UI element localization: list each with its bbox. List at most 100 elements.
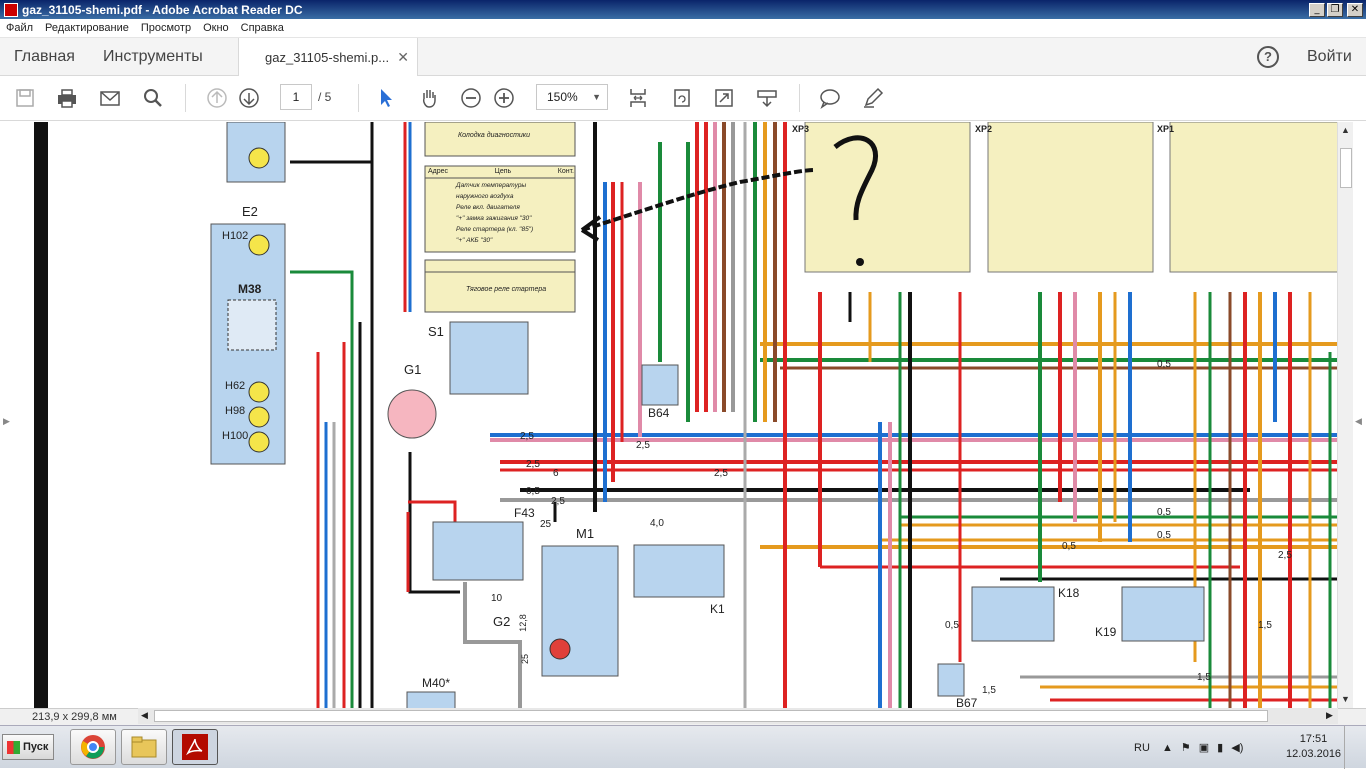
relay-k18	[971, 586, 1055, 642]
label-k19: K19	[1095, 625, 1117, 639]
label-f43: F43	[514, 506, 535, 520]
fullscreen-icon[interactable]	[711, 86, 737, 110]
show-desktop-button[interactable]	[1344, 726, 1366, 769]
menu-view[interactable]: Просмотр	[135, 22, 197, 34]
connector-xp3: XP3	[792, 124, 810, 134]
page-up-icon[interactable]	[204, 86, 230, 110]
select-arrow-icon[interactable]	[373, 86, 399, 110]
label-m40: M40*	[422, 676, 451, 690]
title-bar: gaz_31105-shemi.pdf - Adobe Acrobat Read…	[0, 0, 1366, 19]
scroll-down-icon[interactable]: ▼	[1341, 694, 1350, 704]
rotate-icon[interactable]	[669, 86, 695, 110]
wire-label: 2,5	[714, 468, 728, 479]
maximize-button[interactable]: ❐	[1327, 2, 1343, 17]
login-button[interactable]: Войти	[1307, 48, 1352, 66]
language-indicator[interactable]: RU	[1134, 726, 1150, 769]
clock[interactable]: 17:51 12.03.2016	[1286, 732, 1341, 762]
zoom-in-icon[interactable]	[491, 86, 517, 110]
zoom-out-icon[interactable]	[458, 86, 484, 110]
tray-expand-icon[interactable]: ▲	[1162, 742, 1173, 754]
flag-icon[interactable]: ⚑	[1181, 741, 1191, 754]
comment-icon[interactable]	[817, 86, 843, 110]
chevron-down-icon: ▼	[592, 92, 601, 102]
page-down-icon[interactable]	[236, 86, 262, 110]
table-box	[424, 122, 576, 157]
label-h62: H62	[225, 380, 246, 392]
email-icon[interactable]	[97, 86, 123, 110]
network-icon[interactable]: ▮	[1217, 741, 1223, 754]
start-button[interactable]: Пуск	[2, 734, 54, 760]
scroll-thumb[interactable]	[154, 710, 1268, 722]
search-icon[interactable]	[140, 86, 166, 110]
hand-icon[interactable]	[416, 86, 442, 110]
print-icon[interactable]	[54, 86, 80, 110]
lamp-icon	[248, 406, 270, 428]
right-panel-toggle-icon[interactable]: ◀	[1355, 416, 1362, 427]
motor-icon	[549, 638, 571, 660]
tab-tools[interactable]: Инструменты	[103, 48, 203, 66]
zoom-select[interactable]: 150% ▼	[536, 84, 608, 110]
close-button[interactable]: ✕	[1347, 2, 1363, 17]
lamp-icon	[248, 381, 270, 403]
lamp-icon	[248, 234, 270, 256]
ignition-switch-s1	[449, 321, 529, 395]
menu-help[interactable]: Справка	[235, 22, 290, 34]
device-icon[interactable]: ▣	[1199, 741, 1209, 754]
wiring-schematic	[34, 122, 1340, 708]
chrome-taskbar-button[interactable]	[70, 729, 116, 765]
toolbar	[0, 76, 1366, 121]
relay-k19	[1121, 586, 1205, 642]
wire-label: 4,0	[650, 518, 664, 529]
page-total: / 5	[318, 90, 332, 104]
label-g1: G1	[404, 362, 422, 377]
tab-bar: Главная Инструменты gaz_31105-shemi.p...…	[0, 38, 1366, 76]
help-icon[interactable]: ?	[1257, 46, 1279, 68]
scroll-right-icon[interactable]: ▶	[1326, 710, 1333, 721]
menu-edit[interactable]: Редактирование	[39, 22, 135, 34]
table1-rows: Датчик температуры наружного воздуха Рел…	[456, 180, 533, 246]
fit-page-icon[interactable]	[625, 86, 651, 110]
components	[387, 321, 1205, 708]
wire-label: 10	[491, 593, 503, 604]
wire-label: 0,5	[945, 620, 959, 631]
pen-icon[interactable]	[860, 86, 886, 110]
table-row: "+" АКБ "30"	[456, 237, 493, 244]
table-diag-label: Колодка диагностики	[458, 132, 530, 139]
connector-table	[804, 122, 971, 273]
generator-g1	[387, 389, 437, 439]
wire-label: 2,5	[551, 496, 565, 507]
document-viewer[interactable]: E2 H102 M38 H62 H98 H100 G1 S1 B64 F43 M…	[0, 122, 1366, 708]
horizontal-scrollbar[interactable]: ◀ ▶	[138, 708, 1338, 724]
menu-file[interactable]: Файл	[0, 22, 39, 34]
tab-close-icon[interactable]: ✕	[397, 49, 409, 66]
annotation-text: ?	[848, 182, 849, 183]
table-header-cell: Конт.	[557, 168, 574, 175]
tab-home[interactable]: Главная	[14, 48, 75, 66]
motor-m40	[406, 691, 456, 708]
scroll-up-icon[interactable]: ▲	[1341, 125, 1350, 135]
scroll-left-icon[interactable]: ◀	[141, 710, 148, 721]
minimize-button[interactable]: _	[1309, 2, 1325, 17]
vertical-scrollbar[interactable]: ▲ ▼	[1337, 122, 1353, 708]
acrobat-taskbar-button[interactable]	[172, 729, 218, 765]
save-icon[interactable]	[12, 86, 38, 110]
explorer-taskbar-button[interactable]	[121, 729, 167, 765]
menu-window[interactable]: Окно	[197, 22, 235, 34]
clock-date: 12.03.2016	[1286, 748, 1342, 760]
tab-document[interactable]: gaz_31105-shemi.p... ✕	[238, 38, 418, 76]
wire-label: 0,5	[1157, 359, 1171, 370]
wire-label: 25	[520, 653, 531, 665]
toolbar-separator	[185, 84, 186, 112]
label-m38: M38	[238, 282, 262, 296]
connector-table	[987, 122, 1154, 273]
connector-tables	[424, 122, 1339, 313]
scroll-mode-icon[interactable]	[754, 86, 780, 110]
scroll-thumb[interactable]	[1340, 148, 1352, 188]
wire-label: 0,5	[526, 486, 540, 497]
label-k18: K18	[1058, 586, 1080, 600]
page-number-input[interactable]: 1	[280, 84, 312, 110]
table-row: "+" замка зажигания "30"	[456, 215, 532, 222]
volume-icon[interactable]: ◀)	[1231, 741, 1243, 754]
wire-label: 2,5	[1278, 550, 1292, 561]
left-panel-toggle-icon[interactable]: ▶	[3, 416, 10, 427]
